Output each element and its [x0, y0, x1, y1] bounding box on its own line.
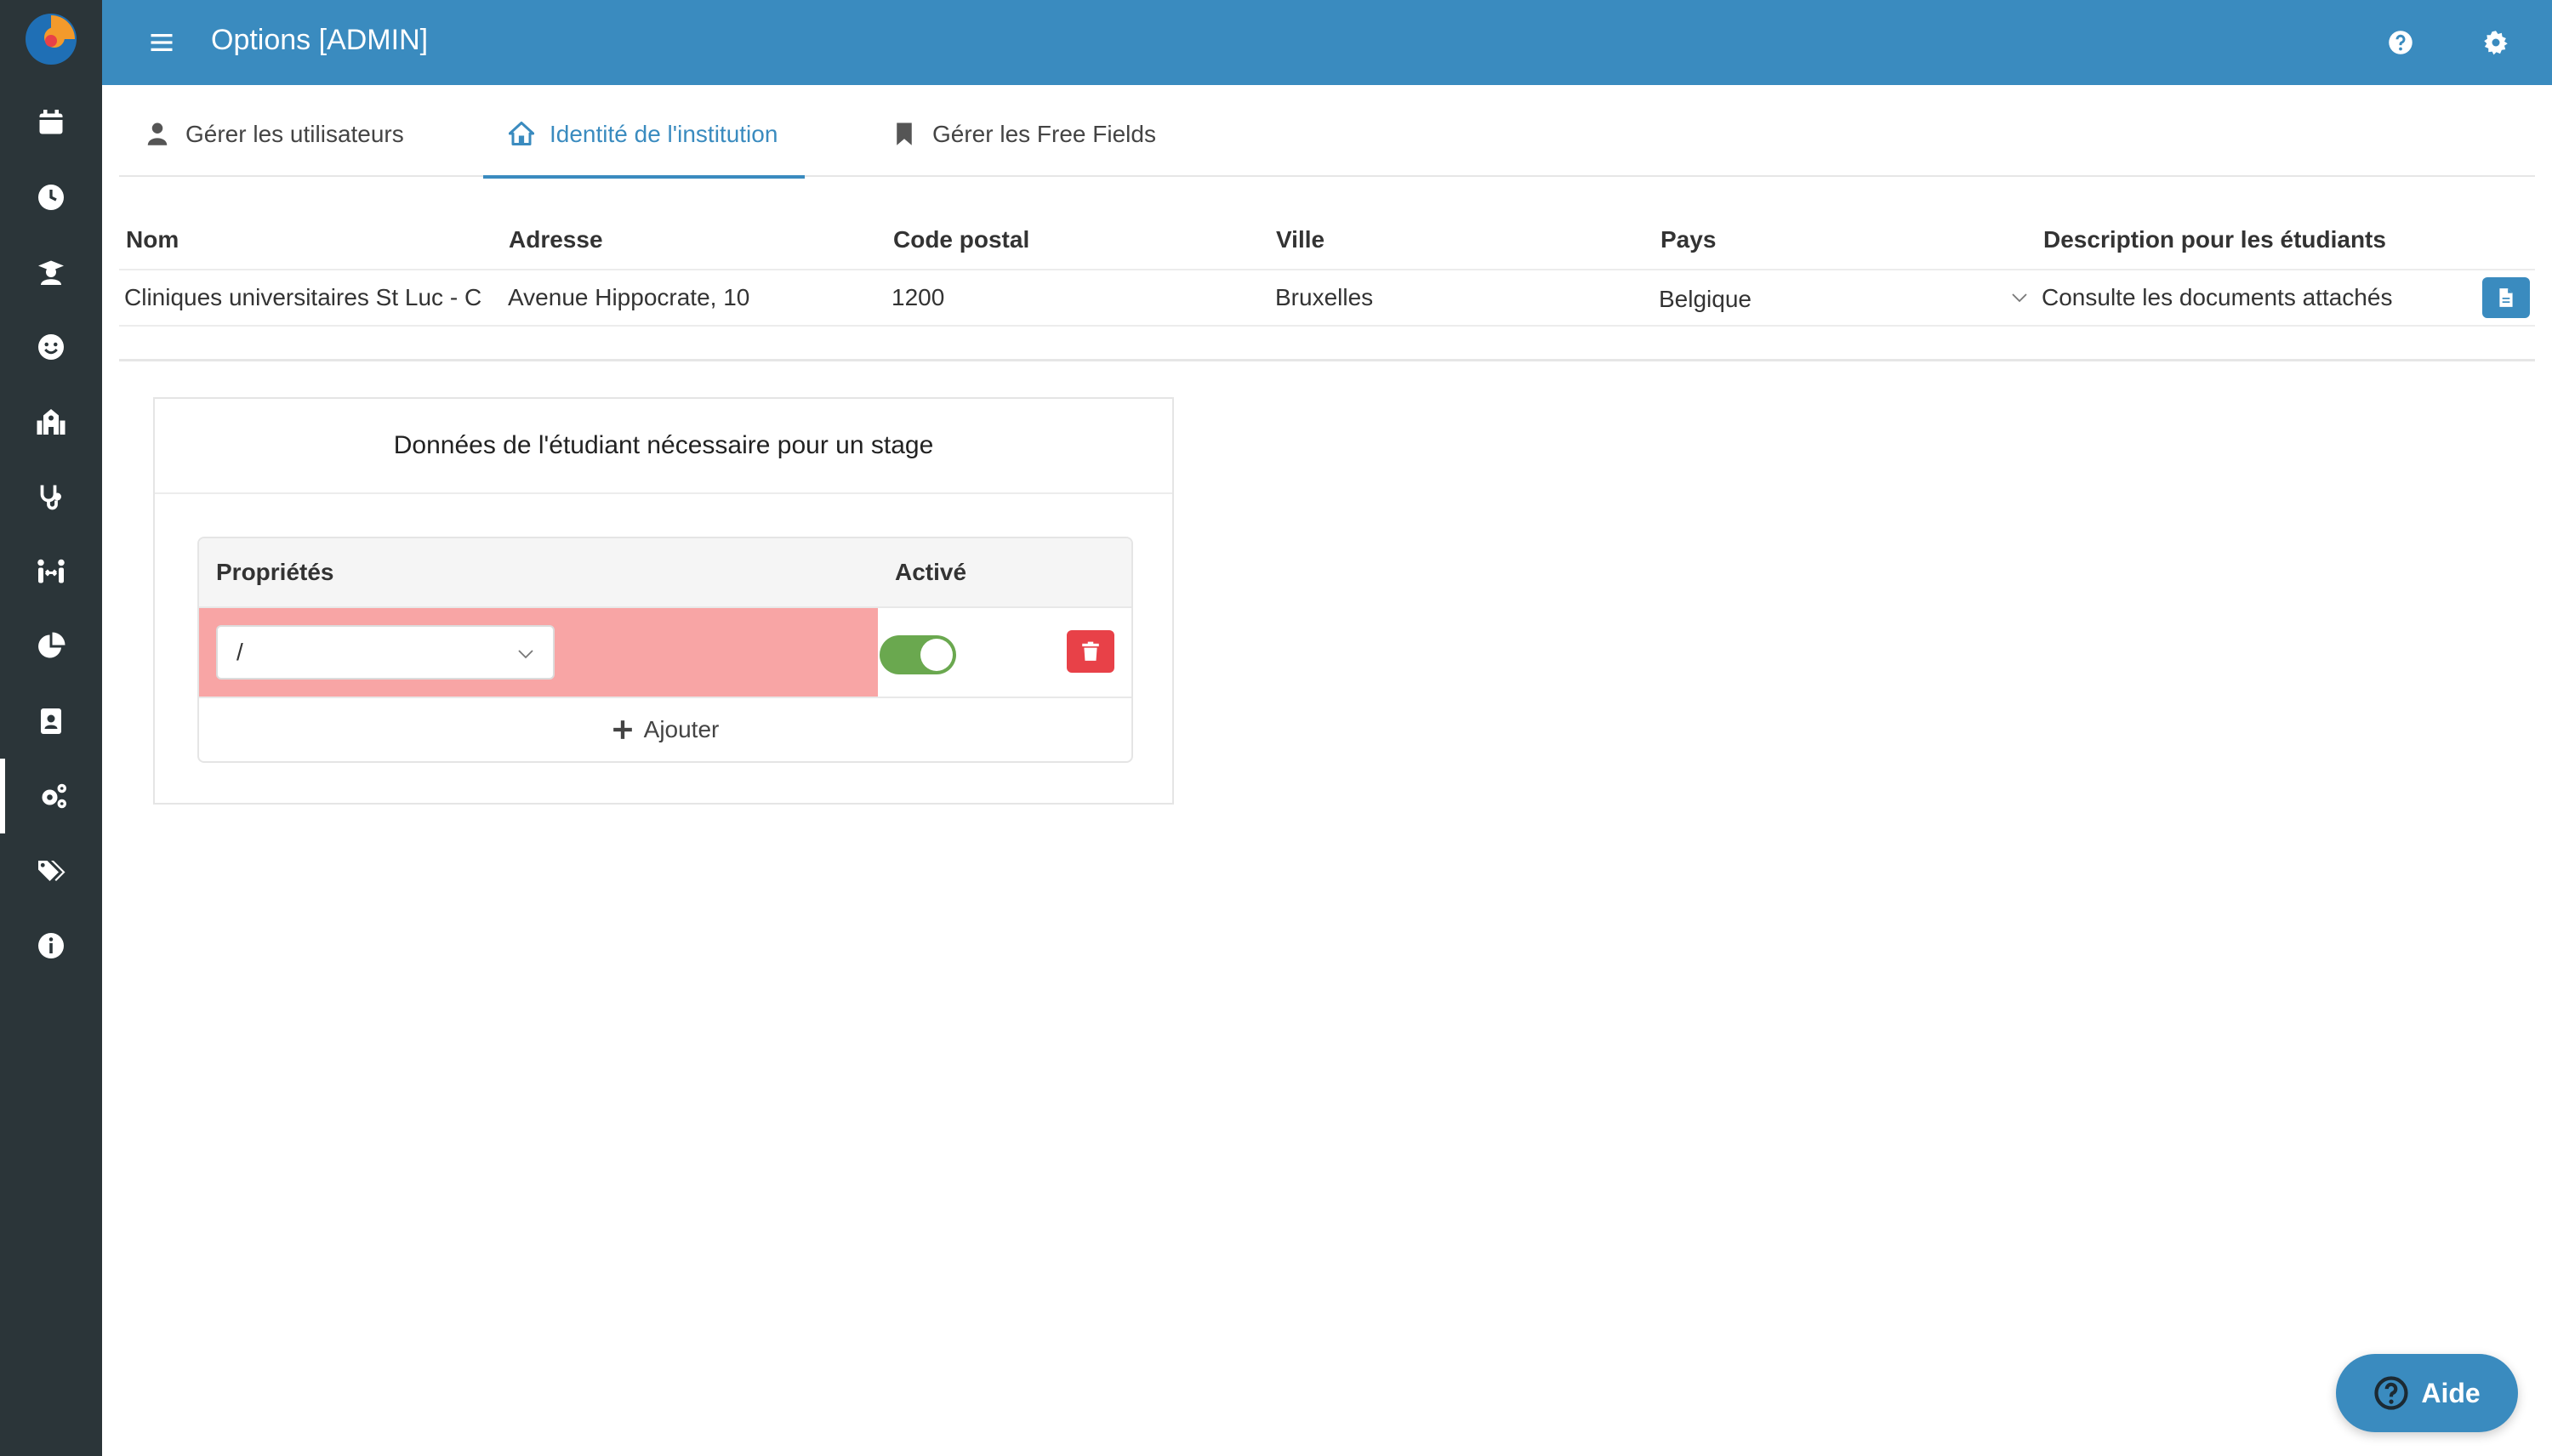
settings-button[interactable]	[2475, 22, 2516, 63]
gear-icon	[2484, 31, 2508, 55]
user-icon	[147, 122, 168, 145]
tab-label: Identité de l'institution	[550, 121, 778, 147]
bookmark-icon	[897, 122, 912, 145]
column-header-proprietes: Propriétés	[216, 559, 334, 585]
add-property-button[interactable]: Ajouter	[199, 698, 1131, 761]
sidebar-item-pie-chart[interactable]	[0, 609, 102, 684]
attached-documents-button[interactable]	[2482, 277, 2530, 318]
sidebar-item-smile[interactable]	[0, 310, 102, 384]
hamburger-icon	[151, 34, 173, 51]
smile-icon	[38, 334, 64, 360]
properties-table-header: Propriétés Activé	[199, 538, 1131, 608]
sidebar-item-stethoscope[interactable]	[0, 459, 102, 534]
aide-label: Aide	[2421, 1377, 2481, 1408]
property-select[interactable]: /	[216, 625, 555, 680]
institution-address-field[interactable]: Avenue Hippocrate, 10	[508, 284, 874, 311]
sidebar-item-cogs[interactable]	[0, 759, 102, 833]
top-bar: Options [ADMIN]	[102, 0, 2552, 85]
tab-bar: Gérer les utilisateurs Identité de l'ins…	[119, 85, 2535, 179]
sidebar-item-school[interactable]	[0, 384, 102, 459]
pie-chart-icon	[38, 632, 66, 658]
properties-table: Propriétés Activé / Ajouter	[197, 537, 1133, 763]
graduate-icon	[38, 260, 64, 285]
institution-name-field[interactable]: Cliniques universitaires St Luc - Ce	[124, 284, 481, 311]
clock-icon	[38, 185, 64, 210]
cogs-icon	[42, 783, 66, 809]
page-title: Options [ADMIN]	[211, 24, 429, 56]
school-icon	[37, 409, 66, 435]
institution-postal-code-field[interactable]: 1200	[891, 284, 1257, 311]
plus-icon	[612, 720, 632, 739]
people-arrows-icon	[37, 559, 65, 583]
property-cell-invalid: /	[199, 608, 878, 697]
sidebar-item-tags[interactable]	[0, 833, 102, 908]
tab-free-fields[interactable]: Gérer les Free Fields	[891, 121, 1156, 173]
help-button[interactable]	[2380, 22, 2421, 63]
institution-description-field[interactable]: Consulte les documents attachés	[2042, 284, 2467, 311]
institution-country-select[interactable]: Belgique	[1659, 286, 1999, 313]
tab-users[interactable]: Gérer les utilisateurs	[145, 121, 404, 173]
calendar-icon	[39, 110, 63, 134]
sidebar-item-info[interactable]	[0, 908, 102, 983]
app-logo[interactable]	[24, 12, 78, 66]
sidebar-item-people-arrows[interactable]	[0, 534, 102, 609]
table-row: Cliniques universitaires St Luc - Ce Ave…	[119, 270, 2535, 327]
column-header-code-postal: Code postal	[893, 226, 1030, 253]
column-header-active: Activé	[895, 559, 967, 585]
stethoscope-icon	[40, 485, 61, 510]
menu-toggle-button[interactable]	[141, 22, 182, 63]
id-card-icon	[41, 708, 61, 734]
institution-table-header: Nom Adresse Code postal Ville Pays Descr…	[119, 214, 2535, 270]
delete-property-button[interactable]	[1067, 630, 1114, 673]
sidebar-item-id-card[interactable]	[0, 684, 102, 759]
add-label: Ajouter	[643, 716, 720, 742]
column-header-pays: Pays	[1661, 226, 1717, 253]
column-header-adresse: Adresse	[509, 226, 603, 253]
tab-label: Gérer les utilisateurs	[185, 121, 404, 147]
column-header-nom: Nom	[126, 226, 179, 253]
trash-icon	[1082, 641, 1099, 661]
toggle-knob	[920, 639, 953, 671]
tags-icon	[38, 861, 66, 881]
sidebar	[0, 0, 102, 1456]
panel-title: Données de l'étudiant nécessaire pour un…	[155, 399, 1172, 494]
sidebar-item-graduate[interactable]	[0, 235, 102, 310]
sidebar-item-calendar[interactable]	[0, 85, 102, 160]
column-header-description: Description pour les étudiants	[2043, 226, 2386, 253]
active-toggle[interactable]	[880, 635, 956, 674]
chevron-down-icon	[2012, 293, 2027, 303]
sidebar-item-clock[interactable]	[0, 160, 102, 235]
institution-city-field[interactable]: Bruxelles	[1275, 284, 1641, 311]
chevron-down-icon	[518, 650, 533, 659]
file-icon	[2499, 288, 2513, 307]
question-circle-icon	[2389, 31, 2412, 54]
section-divider	[119, 359, 2535, 361]
column-header-ville: Ville	[1276, 226, 1325, 253]
tab-label: Gérer les Free Fields	[932, 121, 1156, 147]
student-data-panel: Données de l'étudiant nécessaire pour un…	[153, 397, 1174, 805]
property-select-value: /	[236, 639, 243, 665]
question-circle-icon	[2374, 1376, 2408, 1410]
home-icon	[509, 122, 534, 145]
aide-help-button[interactable]: Aide	[2336, 1354, 2518, 1432]
info-icon	[38, 933, 64, 958]
tab-institution-identity[interactable]: Identité de l'institution	[483, 121, 806, 179]
